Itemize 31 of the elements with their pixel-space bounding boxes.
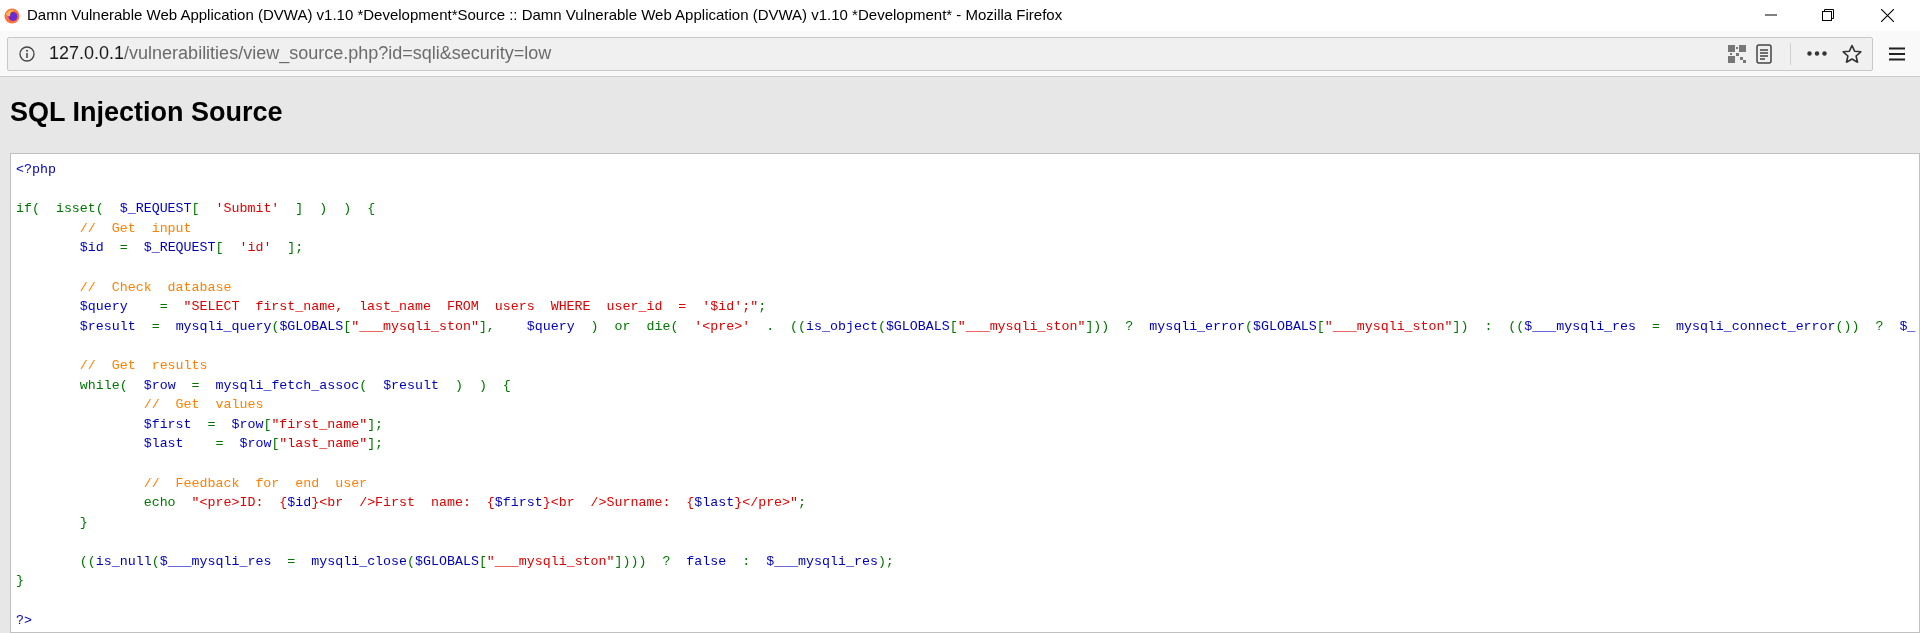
code-line: ?> <box>16 611 32 630</box>
close-icon[interactable] <box>1881 9 1894 22</box>
code-line: $id = $_REQUEST[ 'id' ]; <box>78 239 304 258</box>
address-bar[interactable]: 127.0.0.1/vulnerabilities/view_source.php?id=sqli&security=low <box>7 36 1873 71</box>
qr-code-icon[interactable] <box>1728 44 1746 63</box>
page-heading: SQL Injection Source <box>10 96 284 128</box>
code-line: // Get values <box>142 396 264 415</box>
code-line: <?php <box>16 161 56 179</box>
code-line: $query = "SELECT first_name, last_name FROM users WHERE user_id = '$id';"; <box>78 298 767 317</box>
code-line: $result = mysqli_query($GLOBALS["___mysqli_ston"], $query ) or die( '<pre>' . ((is_object($GLOBALS["___mysqli_ston"])) ? mysqli_error($GLOBALS["___mysqli_ston"]) : (($___mysqli_res = mysqli_connect_error()) ? $_ <box>78 317 1916 336</box>
info-icon[interactable] <box>19 45 35 62</box>
code-line: while( $row = mysqli_fetch_assoc( $result ) ) { <box>78 376 511 395</box>
url-text: 127.0.0.1/vulnerabilities/view_source.php?id=sqli&security=low <box>49 42 552 66</box>
menu-icon[interactable] <box>1889 46 1905 61</box>
more-icon[interactable] <box>1807 51 1827 56</box>
window-title: Damn Vulnerable Web Application (DVWA) v1.10 *Development*Source :: Damn Vulnerable Web Application (DVWA) v1.10 *Development* - Mozilla Firefox <box>27 5 1063 26</box>
star-icon[interactable] <box>1842 43 1862 64</box>
code-line: // Check database <box>78 278 232 297</box>
firefox-logo-icon <box>4 7 20 24</box>
code-line: // Get input <box>78 219 192 238</box>
code-line: if( isset( $_REQUEST[ 'Submit' ] ) ) { <box>16 200 376 219</box>
reader-view-icon[interactable] <box>1756 43 1772 64</box>
code-line: // Feedback for end user <box>142 474 368 493</box>
code-line: echo "<pre>ID: {$id}<br />First name: {$first}<br />Surname: {$last}</pre>"; <box>142 494 807 513</box>
code-line: } <box>78 513 88 532</box>
code-line: ((is_null($___mysqli_res = mysqli_close($GLOBALS["___mysqli_ston"]))) ? false : $___mysqli_res); <box>78 552 894 571</box>
code-line: } <box>16 572 24 591</box>
code-line: $last = $row["last_name"]; <box>142 435 384 454</box>
code-line: // Get results <box>78 356 208 375</box>
code-line: $first = $row["first_name"]; <box>142 415 384 434</box>
restore-icon[interactable] <box>1822 9 1834 21</box>
